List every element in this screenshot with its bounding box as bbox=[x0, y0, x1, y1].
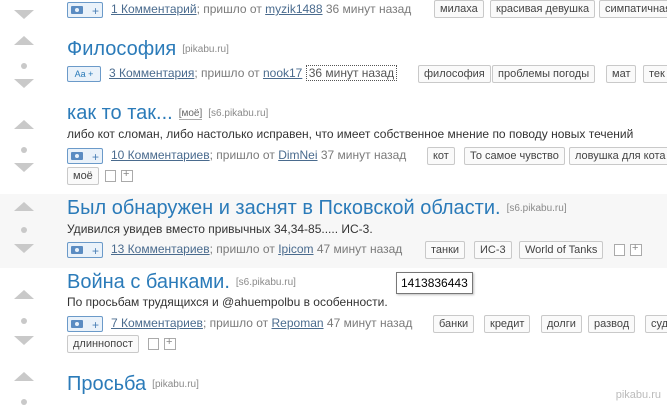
post-meta: +13 Комментариев; пришло от Ipicom 47 ми… bbox=[67, 240, 402, 258]
tag[interactable]: мат bbox=[606, 65, 637, 83]
post-meta: +10 Комментариев; пришло от DimNei 37 ми… bbox=[67, 146, 406, 164]
post-title[interactable]: как то так... [моё] [s6.pikabu.ru] bbox=[67, 102, 268, 125]
tooltip: 1413836443 bbox=[396, 272, 473, 294]
tag[interactable]: длиннопост bbox=[67, 335, 139, 353]
post-time: 47 минут назад bbox=[326, 316, 413, 330]
comments-link[interactable]: 7 Комментариев bbox=[111, 316, 203, 330]
vote-down-icon[interactable] bbox=[14, 163, 34, 172]
post-time: 47 минут назад bbox=[316, 242, 403, 256]
tag[interactable]: ловушка для кота bbox=[569, 147, 667, 165]
comments-link[interactable]: 1 Комментарий bbox=[111, 2, 197, 16]
add-icon[interactable] bbox=[164, 336, 176, 350]
save-icon[interactable] bbox=[105, 170, 116, 182]
mine-marker: [моё] bbox=[178, 108, 203, 120]
save-icon[interactable] bbox=[148, 338, 159, 350]
vote-up-icon[interactable] bbox=[14, 202, 34, 211]
add-icon[interactable] bbox=[630, 242, 642, 256]
post-row: Философия [pikabu.ru] Aa +3 Комментария; … bbox=[0, 26, 667, 88]
tag[interactable]: тек bbox=[643, 65, 667, 83]
post-time: 36 минут назад bbox=[305, 65, 398, 81]
tag[interactable]: философия bbox=[418, 65, 491, 83]
tag[interactable]: кот bbox=[427, 147, 455, 165]
post-description: либо кот сломан, либо настолько исправен… bbox=[67, 127, 634, 141]
vote-up-icon[interactable] bbox=[14, 372, 34, 381]
vote-up-icon[interactable] bbox=[14, 36, 34, 45]
post-title[interactable]: Философия [pikabu.ru] bbox=[67, 38, 229, 61]
post-description: Удивился увидев вместо привычных 34,34-8… bbox=[67, 222, 373, 236]
tag[interactable]: банки bbox=[433, 315, 475, 333]
vote-down-icon[interactable] bbox=[14, 336, 34, 345]
author-link[interactable]: Ipicom bbox=[278, 242, 313, 256]
comments-link[interactable]: 13 Комментариев bbox=[111, 242, 210, 256]
post-source: [pikabu.ru] bbox=[152, 379, 199, 390]
tag[interactable]: милаха bbox=[434, 0, 484, 18]
tag[interactable]: симпатичная bbox=[599, 0, 667, 18]
tag[interactable]: суд bbox=[645, 315, 667, 333]
tag[interactable]: моё bbox=[67, 167, 99, 185]
watermark: pikabu.ru bbox=[615, 389, 661, 401]
tag[interactable]: танки bbox=[425, 241, 466, 259]
vote-up-icon[interactable] bbox=[14, 290, 34, 299]
vote-down-icon[interactable] bbox=[14, 244, 34, 253]
tag[interactable]: World of Tanks bbox=[519, 241, 604, 259]
comments-link[interactable]: 10 Комментариев bbox=[111, 148, 210, 162]
post-source: [s6.pikabu.ru] bbox=[235, 277, 296, 288]
post-row: как то так... [моё] [s6.pikabu.ru] либо ко… bbox=[0, 88, 667, 194]
post-row: Просьба [pikabu.ru] bbox=[0, 364, 667, 405]
post-description: По просьбам трудящихся и @ahuempolbu в о… bbox=[67, 295, 388, 309]
save-icon[interactable] bbox=[614, 244, 625, 256]
rating-dot-icon bbox=[21, 399, 27, 405]
photo-post-icon[interactable]: + bbox=[67, 241, 103, 258]
photo-post-icon[interactable]: + bbox=[67, 315, 103, 332]
post-title[interactable]: Просьба [pikabu.ru] bbox=[67, 373, 199, 396]
author-link[interactable]: nook17 bbox=[263, 66, 302, 80]
tag[interactable]: кредит bbox=[484, 315, 531, 333]
post-row: Война с банками. [s6.pikabu.ru] По просьб… bbox=[0, 268, 667, 364]
post-title[interactable]: Война с банками. [s6.pikabu.ru] bbox=[67, 271, 296, 294]
post-source: [s6.pikabu.ru] bbox=[506, 203, 567, 214]
comments-link[interactable]: 3 Комментария bbox=[109, 66, 194, 80]
author-link[interactable]: myzik1488 bbox=[265, 2, 322, 16]
post-meta: +1 Комментарий; пришло от myzik1488 36 м… bbox=[67, 0, 411, 18]
post-time: 37 минут назад bbox=[320, 148, 407, 162]
photo-post-icon[interactable]: + bbox=[67, 1, 103, 18]
tag[interactable]: проблемы погоды bbox=[492, 65, 596, 83]
post-row: +1 Комментарий; пришло от myzik1488 36 м… bbox=[0, 0, 667, 26]
author-link[interactable]: Repoman bbox=[272, 316, 324, 330]
tag[interactable]: То самое чувство bbox=[464, 147, 565, 165]
tag[interactable]: долги bbox=[541, 315, 582, 333]
vote-down-icon[interactable] bbox=[14, 10, 34, 19]
post-meta: +7 Комментариев; пришло от Repoman 47 ми… bbox=[67, 314, 412, 332]
tag[interactable]: красивая девушка bbox=[490, 0, 596, 18]
post-source: [pikabu.ru] bbox=[182, 44, 229, 55]
tag[interactable]: ИС-3 bbox=[474, 241, 512, 259]
rating-dot-icon bbox=[21, 147, 27, 153]
vote-down-icon[interactable] bbox=[14, 79, 34, 88]
tag[interactable]: развод bbox=[588, 315, 636, 333]
text-post-icon[interactable]: Aa + bbox=[67, 65, 101, 82]
post-time: 36 минут назад bbox=[325, 2, 412, 16]
vote-up-icon[interactable] bbox=[14, 120, 34, 129]
post-meta: Aa +3 Комментария; пришло от nook17 36 м… bbox=[67, 64, 398, 82]
add-icon[interactable] bbox=[121, 168, 133, 182]
rating-dot-icon bbox=[21, 63, 27, 69]
author-link[interactable]: DimNei bbox=[278, 148, 317, 162]
rating-dot-icon bbox=[21, 318, 27, 324]
post-source: [s6.pikabu.ru] bbox=[208, 108, 269, 119]
photo-post-icon[interactable]: + bbox=[67, 147, 103, 164]
post-row: Был обнаружен и заснят в Псковской облас… bbox=[0, 194, 667, 268]
rating-dot-icon bbox=[21, 227, 27, 233]
post-title[interactable]: Был обнаружен и заснят в Псковской облас… bbox=[67, 197, 567, 220]
